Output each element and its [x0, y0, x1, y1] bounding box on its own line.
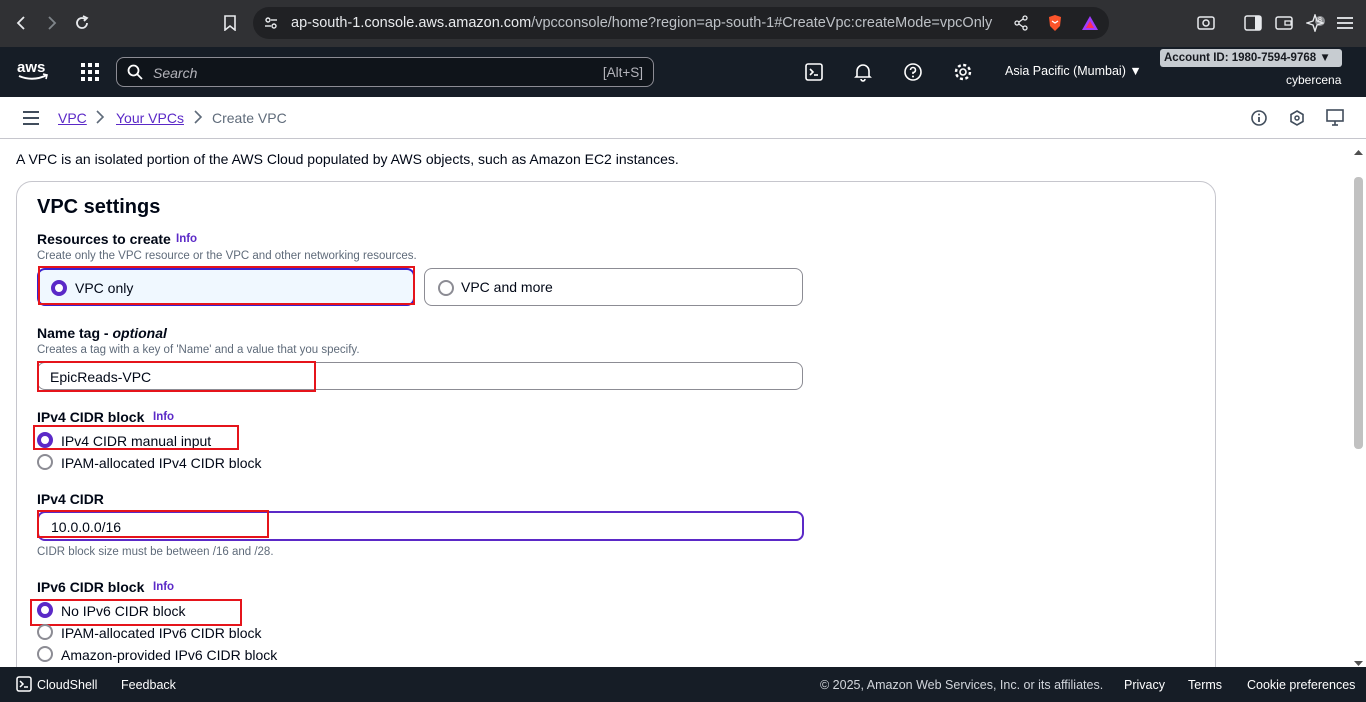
name-tag-label: Name tag - optional — [37, 325, 167, 341]
breadcrumb-bar: VPC Your VPCs Create VPC — [0, 97, 1366, 139]
settings-gear-icon[interactable] — [953, 62, 973, 87]
region-selector[interactable]: Asia Pacific (Mumbai) ▼ — [1005, 64, 1142, 78]
radio-ipv6-amazon[interactable] — [37, 646, 53, 662]
region-caret-icon: ▼ — [1129, 64, 1142, 78]
info-panel-icon[interactable] — [1251, 110, 1267, 131]
hamburger-icon[interactable] — [23, 111, 39, 130]
search-icon — [127, 64, 143, 85]
user-name[interactable]: cybercena — [1286, 73, 1341, 87]
brave-rewards-icon[interactable] — [1081, 15, 1099, 36]
feedback-link[interactable]: Feedback — [121, 678, 176, 692]
bookmark-icon[interactable] — [217, 10, 243, 36]
search-placeholder: Search — [153, 65, 198, 81]
sidebar-icon[interactable] — [1240, 10, 1266, 36]
breadcrumb-create-vpc: Create VPC — [212, 110, 287, 126]
account-caret-icon: ▼ — [1319, 52, 1331, 64]
breadcrumb-vpc[interactable]: VPC — [58, 110, 87, 126]
highlight-box — [33, 425, 239, 450]
radio-ipv6-ipam-label: IPAM-allocated IPv6 CIDR block — [61, 625, 262, 641]
privacy-link[interactable]: Privacy — [1124, 678, 1165, 692]
intro-text: A VPC is an isolated portion of the AWS … — [16, 151, 679, 167]
search-shortcut: [Alt+S] — [602, 65, 643, 80]
radio-ipv6-ipam[interactable] — [37, 624, 53, 640]
browser-toolbar: ap-south-1.console.aws.amazon.com/vpccon… — [0, 0, 1366, 47]
radio-ipv4-ipam-label: IPAM-allocated IPv4 CIDR block — [61, 455, 262, 471]
chevron-right-icon — [95, 109, 105, 130]
resources-description: Create only the VPC resource or the VPC … — [37, 250, 417, 262]
radio-ipv4-ipam[interactable] — [37, 454, 53, 470]
help-icon[interactable] — [903, 62, 923, 87]
services-grid-icon[interactable] — [81, 63, 99, 86]
notifications-icon[interactable] — [854, 62, 872, 87]
back-icon[interactable] — [9, 10, 35, 36]
ipv6-block-info-link[interactable]: Info — [153, 581, 174, 593]
cookie-preferences-link[interactable]: Cookie preferences — [1247, 678, 1355, 692]
menu-icon[interactable] — [1332, 10, 1358, 36]
terms-link[interactable]: Terms — [1188, 678, 1222, 692]
highlight-box — [37, 510, 269, 538]
share-icon[interactable] — [1013, 15, 1029, 36]
footer: CloudShell Feedback © 2025, Amazon Web S… — [0, 667, 1366, 702]
copyright-text: © 2025, Amazon Web Services, Inc. or its… — [820, 678, 1104, 692]
search-input[interactable]: Search [Alt+S] — [116, 57, 654, 87]
aws-logo[interactable]: aws — [16, 59, 50, 88]
tile-vpc-and-more[interactable]: VPC and more — [424, 268, 803, 306]
chevron-right-icon — [193, 109, 203, 130]
brave-shields-icon[interactable] — [1047, 14, 1063, 37]
leo-ai-icon[interactable] — [1302, 10, 1328, 36]
ipv4-block-label: IPv4 CIDR block — [37, 409, 145, 425]
feedback-screen-icon[interactable] — [1326, 109, 1344, 132]
site-settings-icon[interactable] — [263, 15, 279, 36]
account-id-badge[interactable]: Account ID: 1980-7594-9768 ▼ — [1160, 49, 1342, 67]
forward-icon[interactable] — [38, 10, 64, 36]
ipv4-cidr-hint: CIDR block size must be between /16 and … — [37, 546, 274, 558]
ipv6-block-label: IPv6 CIDR block — [37, 579, 145, 595]
scroll-up-icon[interactable] — [1354, 143, 1363, 161]
cloudshell-footer-icon[interactable] — [16, 676, 32, 697]
tile-vpc-and-more-label: VPC and more — [461, 279, 553, 295]
cloudshell-icon[interactable] — [805, 63, 823, 86]
name-tag-description: Creates a tag with a key of 'Name' and a… — [37, 344, 360, 356]
address-bar[interactable]: ap-south-1.console.aws.amazon.com/vpccon… — [253, 7, 1325, 39]
scrollbar-thumb[interactable] — [1354, 177, 1363, 449]
reload-icon[interactable] — [69, 10, 95, 36]
wallet-icon[interactable] — [1271, 10, 1297, 36]
ipv4-block-info-link[interactable]: Info — [153, 411, 174, 423]
breadcrumb-your-vpcs[interactable]: Your VPCs — [116, 110, 184, 126]
resources-label: Resources to create — [37, 231, 171, 247]
highlight-box — [30, 599, 242, 626]
security-hex-icon[interactable] — [1289, 110, 1305, 131]
ipv4-cidr-label: IPv4 CIDR — [37, 491, 104, 507]
radio-ipv6-amazon-label: Amazon-provided IPv6 CIDR block — [61, 647, 278, 663]
highlight-box — [37, 361, 316, 392]
cloudshell-link[interactable]: CloudShell — [37, 678, 97, 692]
resources-info-link[interactable]: Info — [176, 233, 197, 245]
panel-title: VPC settings — [37, 196, 161, 218]
radio-vpc-and-more[interactable] — [438, 280, 454, 296]
url-text: ap-south-1.console.aws.amazon.com/vpccon… — [291, 15, 993, 31]
screenshot-icon[interactable] — [1193, 10, 1219, 36]
aws-logo-text: aws — [17, 59, 45, 76]
highlight-box — [38, 266, 415, 305]
